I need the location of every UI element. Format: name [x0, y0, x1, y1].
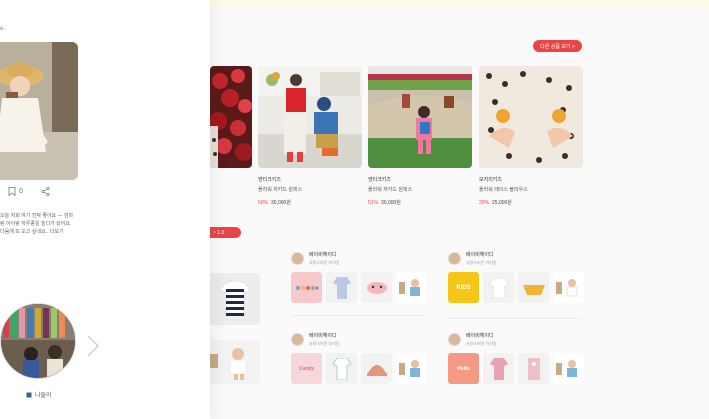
product-price: 50% 30,000원 — [258, 199, 362, 206]
product-image[interactable] — [368, 66, 472, 168]
seller-card[interactable]: 베이비헤이디 사랑스러운 아기옷 KIDS — [448, 251, 588, 303]
product-brand: 엔티크키즈 — [368, 177, 392, 183]
seller-item-thumbnail[interactable] — [396, 353, 427, 384]
product-brand: 모지리키즈 — [479, 177, 503, 183]
product-card[interactable]: 엔티크키즈 플라워 자카드 원피스 51% 30,000원 — [368, 66, 472, 206]
seller-item-thumbnail[interactable] — [361, 272, 392, 303]
story-caption: 나들이 — [26, 390, 52, 399]
product-brand: 엔티크키즈 — [258, 177, 282, 183]
product-card[interactable]: 모지리키즈 플라워 레이스 블라우스 20% 25,000원 — [479, 66, 583, 206]
story-thumbnail[interactable] — [0, 303, 76, 379]
more-products-button[interactable]: 다른 상품 보기 > — [533, 40, 582, 52]
seller-item-thumbnail[interactable] — [326, 272, 357, 303]
seller-item-thumbnail[interactable]: KIDS — [448, 272, 479, 303]
panel-header-text: e. — [0, 26, 6, 32]
seller-item-thumbnail[interactable] — [396, 272, 427, 303]
product-name: 플라워 레이스 블라우스 — [479, 187, 528, 193]
seller-item-thumbnail[interactable]: Hello — [448, 353, 479, 384]
divider — [291, 315, 425, 316]
post-actions: 0 — [8, 187, 50, 196]
product-image[interactable] — [210, 66, 252, 168]
product-discount: 20% — [479, 200, 490, 206]
product-price: 51% 30,000원 — [368, 199, 472, 206]
chevron-right-icon[interactable] — [86, 334, 100, 358]
divider — [448, 318, 582, 319]
seller-avatar[interactable] — [291, 333, 304, 346]
seller-name[interactable]: 베이비헤이디 — [466, 332, 497, 339]
seller-avatar[interactable] — [291, 252, 304, 265]
seller-card[interactable]: 베이비헤이디 사랑스러운 아기옷 Hello — [448, 332, 588, 384]
seller-card[interactable]: 베이비헤이디 사랑스러운 아기옷 Candy — [291, 332, 431, 384]
seller-item-thumbnail[interactable] — [483, 272, 514, 303]
product-price-value: 30,000원 — [271, 200, 291, 206]
seller-subtitle: 사랑스러운 아기옷 — [466, 260, 497, 265]
seller-item-thumbnail[interactable] — [291, 272, 322, 303]
product-discount: 51% — [368, 200, 379, 206]
seller-item-thumbnail[interactable] — [553, 272, 584, 303]
seller-name[interactable]: 베이비헤이디 — [309, 251, 340, 258]
tag-icon — [26, 392, 32, 397]
seller-item-thumbnail[interactable] — [518, 353, 549, 384]
product-card[interactable] — [210, 66, 252, 168]
save-count: 0 — [19, 188, 23, 195]
product-thumbnail[interactable] — [210, 273, 260, 325]
seller-item-thumbnail[interactable] — [483, 353, 514, 384]
product-thumbnail[interactable] — [210, 340, 260, 384]
seller-subtitle: 사랑스러운 아기옷 — [309, 341, 340, 346]
product-name: 플라워 자카드 원피스 — [258, 187, 303, 193]
seller-name[interactable]: 베이비헤이디 — [466, 251, 497, 258]
share-icon[interactable] — [41, 187, 50, 196]
seller-item-thumbnail[interactable] — [553, 353, 584, 384]
product-price-value: 25,000원 — [492, 200, 512, 206]
seller-item-thumbnail[interactable] — [518, 272, 549, 303]
seller-name[interactable]: 베이비헤이디 — [309, 332, 340, 339]
bookmark-icon — [8, 187, 16, 196]
post-photo[interactable] — [0, 42, 78, 180]
seller-item-thumbnail[interactable] — [326, 353, 357, 384]
seller-subtitle: 사랑스러운 아기옷 — [466, 341, 497, 346]
seller-avatar[interactable] — [448, 252, 461, 265]
save-action[interactable]: 0 — [8, 187, 23, 196]
seller-item-thumbnail[interactable]: Candy — [291, 353, 322, 384]
top-banner-band — [210, 0, 709, 7]
product-price: 20% 25,000원 — [479, 199, 583, 206]
seller-subtitle: 사랑스러운 아기옷 — [309, 260, 340, 265]
story-caption-text: 나들이 — [35, 393, 52, 399]
section-tag[interactable]: ~ 1.0 — [210, 227, 241, 238]
seller-avatar[interactable] — [448, 333, 461, 346]
product-discount: 50% — [258, 200, 269, 206]
post-description: 오늘 저희 여기 진짜 좋아요 — 엄마랑 아이랑 하루종일 놀다가 왔어요. … — [0, 213, 74, 235]
product-name: 플라워 자카드 원피스 — [368, 187, 413, 193]
product-price-value: 30,000원 — [381, 200, 401, 206]
product-image[interactable] — [479, 66, 583, 168]
seller-card[interactable]: 베이비헤이디 사랑스러운 아기옷 — [291, 251, 431, 303]
feed-panel: e. 0 오늘 저희 여기 진짜 좋아요 — 엄마랑 아이랑 하루종일 놀다가 … — [0, 0, 210, 419]
seller-item-thumbnail[interactable] — [361, 353, 392, 384]
product-card[interactable]: 엔티크키즈 플라워 자카드 원피스 50% 30,000원 — [258, 66, 362, 206]
product-image[interactable] — [258, 66, 362, 168]
